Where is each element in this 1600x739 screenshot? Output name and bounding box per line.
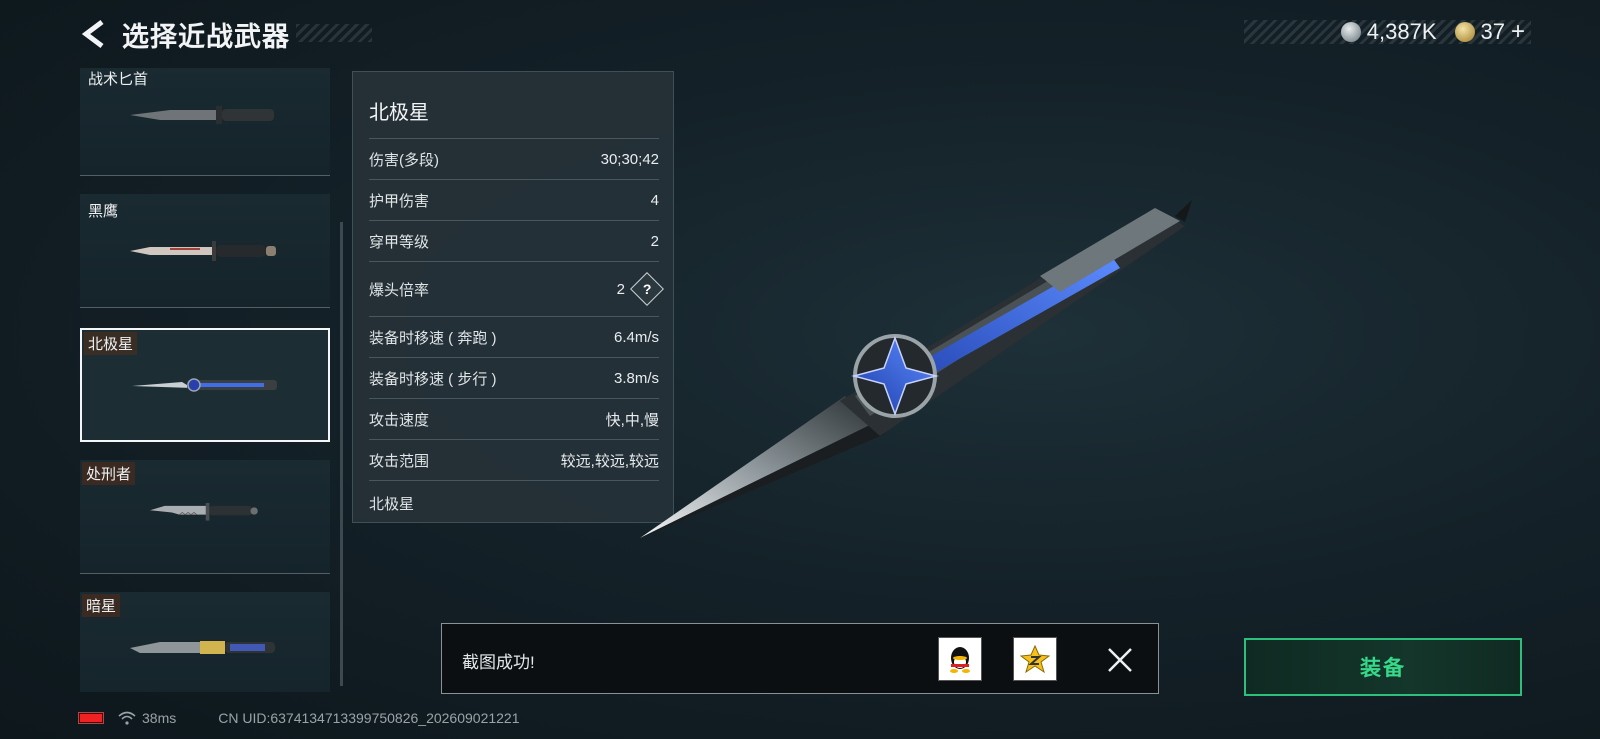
equip-button[interactable]: 装备: [1244, 638, 1522, 696]
stat-row: 攻击范围 较远,较远,较远: [369, 439, 659, 480]
stat-label: 伤害(多段): [369, 151, 439, 169]
stats-table: 伤害(多段) 30;30;42 护甲伤害 4 穿甲等级 2 爆头倍率 2 ? 装…: [369, 138, 664, 525]
weapon-name: 暗星: [82, 594, 121, 617]
stat-label: 爆头倍率: [369, 281, 430, 299]
back-button[interactable]: [78, 16, 108, 52]
stat-label: 装备时移速 ( 步行 ): [369, 370, 497, 388]
weapon-description: 北极星: [369, 495, 415, 513]
header: 选择近战武器: [78, 14, 290, 54]
stat-row: 装备时移速 ( 步行 ) 3.8m/s: [369, 357, 659, 398]
title-decoration: [296, 24, 372, 42]
share-qzone-button[interactable]: [1013, 637, 1057, 681]
toast-message: 截图成功!: [462, 653, 535, 672]
stat-label: 装备时移速 ( 奔跑 ): [369, 329, 497, 347]
stat-label: 攻击范围: [369, 452, 430, 470]
stat-label: 攻击速度: [369, 411, 430, 429]
close-icon[interactable]: [1106, 646, 1134, 674]
weapon-preview-image: [640, 200, 1192, 538]
page-title: 选择近战武器: [122, 21, 290, 52]
stat-row: 伤害(多段) 30;30;42: [369, 138, 659, 179]
status-bar: 38ms CN UID:6374134713399750826_20260902…: [78, 708, 520, 728]
silver-value: 4,387K: [1366, 19, 1437, 44]
wifi-icon: [118, 711, 136, 725]
stat-value: 30;30;42: [600, 150, 659, 168]
qzone-icon: [1020, 644, 1050, 674]
weapon-name: 战术匕首: [88, 71, 149, 88]
stat-row: 攻击速度 快,中,慢: [369, 398, 659, 439]
stat-label: 穿甲等级: [369, 233, 430, 251]
stat-label: 护甲伤害: [369, 192, 430, 210]
add-currency-button[interactable]: +: [1511, 18, 1525, 46]
share-qq-button[interactable]: [938, 637, 982, 681]
weapon-name: 黑鹰: [88, 203, 119, 220]
back-arrow-icon: [81, 20, 104, 48]
currency-bar: 4,387K 37 +: [1244, 18, 1531, 46]
stat-row: 北极星: [369, 480, 659, 525]
weapon-title: 北极星: [369, 102, 429, 124]
battery-icon: [78, 712, 104, 724]
weapon-details-panel: 北极星 伤害(多段) 30;30;42 护甲伤害 4 穿甲等级 2 爆头倍率 2…: [352, 71, 674, 523]
qq-icon: [950, 647, 970, 673]
stat-row: 装备时移速 ( 奔跑 ) 6.4m/s: [369, 316, 659, 357]
weapon-list[interactable]: 战术匕首 黑鹰 北极星 处刑者 暗星: [80, 68, 330, 692]
ping-value: 38ms: [142, 710, 177, 726]
stat-value: 2: [616, 280, 625, 298]
darkstar-knife-image: [130, 641, 275, 654]
weapon-card[interactable]: 处刑者: [80, 460, 330, 574]
polaris-knife-image: [132, 378, 277, 392]
weapon-card-selected[interactable]: 北极星: [80, 328, 330, 442]
gold-value: 37: [1480, 19, 1505, 44]
stat-row: 爆头倍率 2 ?: [369, 261, 664, 316]
weapon-card[interactable]: 黑鹰: [80, 194, 330, 308]
tactical-dagger-image: [130, 106, 274, 124]
executioner-knife-image: [150, 502, 258, 521]
stat-row: 护甲伤害 4: [369, 179, 659, 220]
stat-row: 穿甲等级 2: [369, 220, 659, 261]
weapon-name: 北极星: [84, 332, 138, 355]
equip-label: 装备: [1360, 657, 1406, 680]
silver-coin-icon: [1340, 22, 1361, 42]
screenshot-toast: 截图成功!: [441, 623, 1159, 694]
weapon-name: 处刑者: [82, 462, 136, 485]
weapon-card[interactable]: 战术匕首: [80, 68, 330, 176]
list-scrollbar[interactable]: [340, 222, 343, 686]
user-uid: CN UID:6374134713399750826_202609021221: [218, 710, 520, 726]
gold-coin-icon: [1454, 22, 1475, 42]
blackhawk-knife-image: [130, 241, 276, 261]
weapon-card[interactable]: 暗星: [80, 592, 330, 692]
